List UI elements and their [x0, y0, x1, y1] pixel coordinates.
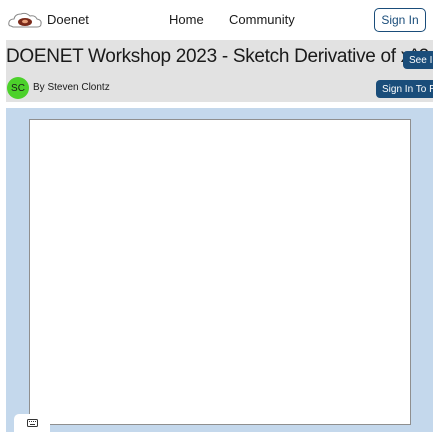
page-title: DOENET Workshop 2023 - Sketch Derivative…: [6, 46, 429, 67]
sign-in-to-remix-button[interactable]: Sign In To R: [376, 80, 433, 98]
nav-community-link[interactable]: Community: [229, 12, 295, 27]
nav-home-link[interactable]: Home: [169, 12, 204, 27]
avatar: SC: [7, 77, 29, 99]
keyboard-toggle[interactable]: [14, 414, 50, 432]
activity-header: DOENET Workshop 2023 - Sketch Derivative…: [6, 40, 433, 102]
keyboard-icon: [27, 419, 38, 427]
see-inside-button[interactable]: See I: [403, 51, 433, 69]
sign-in-button[interactable]: Sign In: [374, 8, 426, 32]
activity-content: [6, 108, 433, 432]
activity-canvas[interactable]: [29, 119, 411, 425]
navbar: Doenet Home Community Sign In: [0, 0, 433, 40]
brand-name[interactable]: Doenet: [47, 12, 89, 27]
author-byline: By Steven Clontz: [33, 82, 110, 93]
doenet-logo-icon[interactable]: [7, 10, 43, 30]
